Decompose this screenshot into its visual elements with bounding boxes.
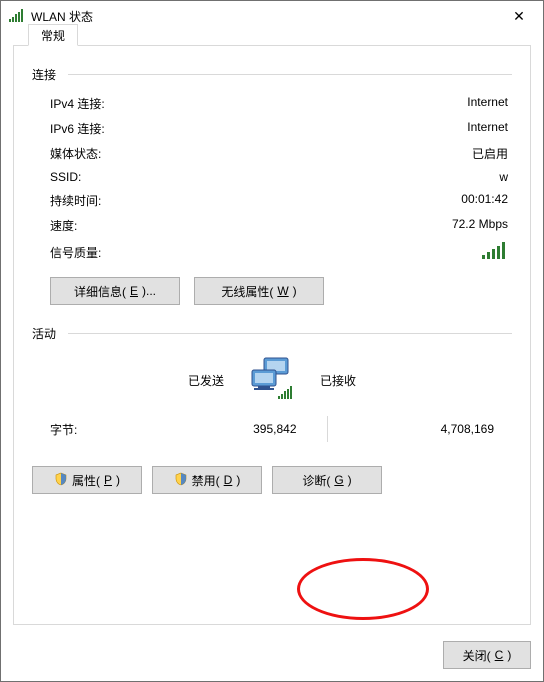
media-row: 媒体状态: 已启用	[32, 141, 512, 166]
close-button-pre: 关闭(	[463, 647, 491, 664]
divider	[68, 333, 512, 334]
recv-bytes: 4,708,169	[358, 422, 495, 436]
details-button-hot: E	[130, 284, 138, 298]
bytes-row: 字节: 395,842 4,708,169	[32, 406, 512, 448]
network-activity-icon	[244, 356, 300, 404]
media-value: 已启用	[368, 145, 508, 162]
signal-bars-icon	[482, 242, 508, 260]
disable-button[interactable]: 禁用( D)	[152, 466, 262, 494]
wireless-button-post: )	[293, 284, 297, 298]
signal-label: 信号质量:	[50, 244, 368, 261]
speed-value: 72.2 Mbps	[368, 217, 508, 234]
dialog-footer: 关闭( C)	[443, 641, 531, 669]
speed-row: 速度: 72.2 Mbps	[32, 213, 512, 238]
diagnose-button-hot: G	[334, 473, 343, 487]
properties-button[interactable]: 属性( P)	[32, 466, 142, 494]
divider	[68, 74, 512, 75]
signal-row: 信号质量:	[32, 238, 512, 267]
disable-button-pre: 禁用(	[192, 472, 220, 489]
ipv4-row: IPv4 连接: Internet	[32, 91, 512, 116]
media-label: 媒体状态:	[50, 145, 368, 162]
close-button[interactable]: 关闭( C)	[443, 641, 531, 669]
window-title: WLAN 状态	[31, 8, 497, 25]
ipv6-row: IPv6 连接: Internet	[32, 116, 512, 141]
properties-button-hot: P	[104, 473, 112, 487]
connection-group-header: 连接	[32, 66, 512, 83]
tab-general[interactable]: 常规	[28, 24, 78, 46]
wireless-button-hot: W	[277, 284, 288, 298]
wireless-properties-button[interactable]: 无线属性( W)	[194, 277, 324, 305]
shield-icon	[54, 472, 68, 489]
close-icon: ✕	[513, 8, 525, 25]
activity-group-label: 活动	[32, 325, 56, 342]
details-button[interactable]: 详细信息( E)...	[50, 277, 180, 305]
details-button-pre: 详细信息(	[74, 283, 126, 300]
speed-label: 速度:	[50, 217, 368, 234]
close-button-hot: C	[495, 648, 504, 662]
properties-button-post: )	[116, 473, 120, 487]
ipv6-value: Internet	[368, 120, 508, 137]
disable-button-hot: D	[224, 473, 233, 487]
activity-buttons: 属性( P) 禁用( D) 诊断( G)	[32, 448, 512, 494]
ipv4-label: IPv4 连接:	[50, 95, 368, 112]
connection-buttons: 详细信息( E)... 无线属性( W)	[32, 267, 512, 307]
diagnose-button-pre: 诊断(	[302, 472, 330, 489]
wlan-status-window: WLAN 状态 ✕ 常规 连接 IPv4 连接: Internet IPv6 连…	[0, 0, 544, 682]
properties-button-pre: 属性(	[72, 472, 100, 489]
wifi-signal-icon	[9, 9, 25, 23]
titlebar: WLAN 状态 ✕	[1, 1, 543, 31]
divider	[327, 416, 328, 442]
ssid-label: SSID:	[50, 170, 368, 184]
close-window-button[interactable]: ✕	[497, 2, 541, 30]
details-button-post: )...	[142, 284, 156, 298]
activity-visual: 已发送 已接收	[32, 350, 512, 406]
diagnose-button-post: )	[348, 473, 352, 487]
recv-label: 已接收	[300, 372, 440, 389]
duration-value: 00:01:42	[368, 192, 508, 209]
sent-label: 已发送	[104, 372, 244, 389]
client-area: 常规 连接 IPv4 连接: Internet IPv6 连接: Interne…	[13, 45, 531, 625]
duration-row: 持续时间: 00:01:42	[32, 188, 512, 213]
shield-icon	[174, 472, 188, 489]
diagnose-button[interactable]: 诊断( G)	[272, 466, 382, 494]
activity-group-header: 活动	[32, 325, 512, 342]
ipv6-label: IPv6 连接:	[50, 120, 368, 137]
disable-button-post: )	[236, 473, 240, 487]
duration-label: 持续时间:	[50, 192, 368, 209]
ssid-row: SSID: w	[32, 166, 512, 188]
ipv4-value: Internet	[368, 95, 508, 112]
sent-bytes: 395,842	[160, 422, 297, 436]
signal-value	[368, 242, 508, 263]
bytes-label: 字节:	[50, 421, 160, 438]
wireless-button-pre: 无线属性(	[221, 283, 273, 300]
tab-general-label: 常规	[41, 27, 65, 44]
ssid-value: w	[368, 170, 508, 184]
connection-group-label: 连接	[32, 66, 56, 83]
close-button-post: )	[507, 648, 511, 662]
